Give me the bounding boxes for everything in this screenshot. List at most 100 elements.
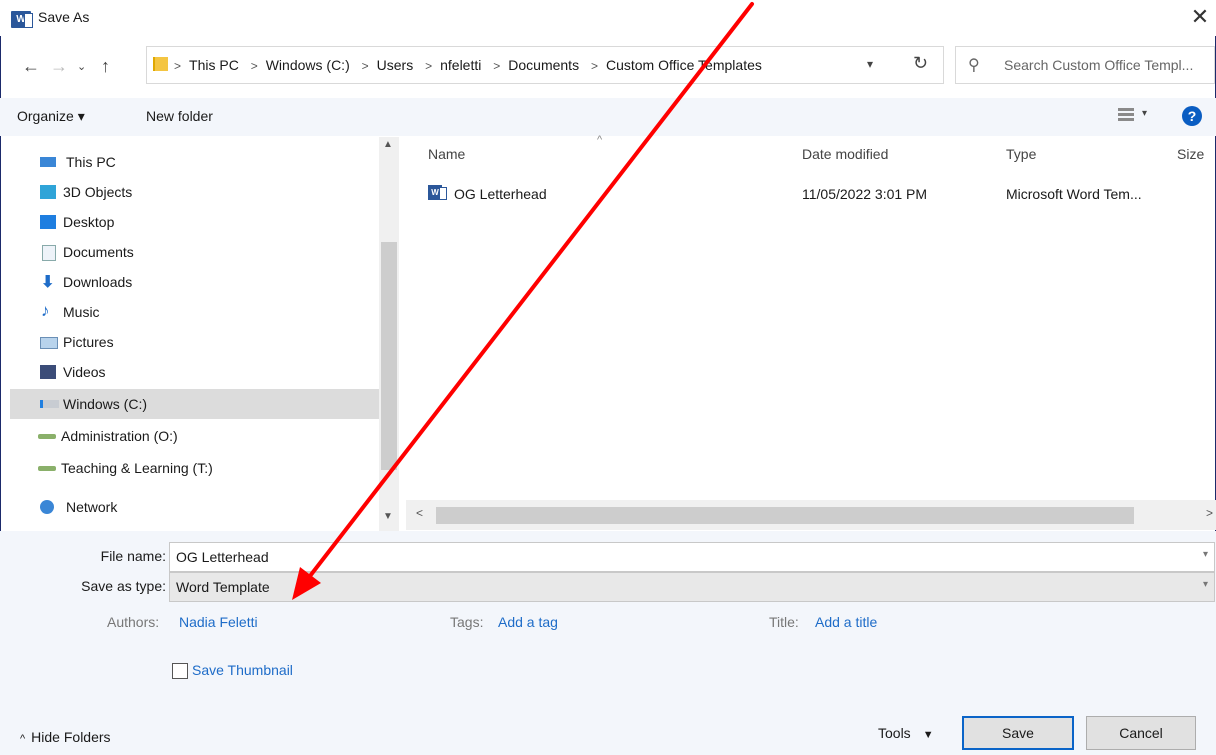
scroll-right-icon[interactable]: > [1206,506,1213,520]
file-row[interactable]: W OG Letterhead 11/05/2022 3:01 PM Micro… [426,176,1216,210]
close-icon[interactable]: ✕ [1188,4,1212,30]
3d-objects-icon [40,185,56,199]
forward-arrow-icon[interactable]: → [50,56,68,77]
save-thumbnail-checkbox[interactable] [172,663,188,679]
breadcrumb-nfeletti[interactable]: nfeletti [440,57,481,73]
title-value[interactable]: Add a title [815,614,877,630]
scroll-left-icon[interactable]: < [416,506,423,520]
save-button[interactable]: Save [962,716,1074,750]
sidebar-item-label: Music [63,304,100,320]
videos-icon [40,365,56,379]
file-type: Microsoft Word Tem... [1006,186,1142,202]
scrollbar-thumb[interactable] [436,507,1134,524]
scrollbar-thumb[interactable] [381,242,397,470]
command-toolbar: Organize ▾ New folder ▾ ? [0,98,1216,136]
pc-icon [40,157,56,167]
save-as-type-select[interactable]: Word Template ▾ [169,572,1215,602]
sidebar-item-pictures[interactable]: Pictures [10,327,379,357]
address-bar[interactable]: > This PC > Windows (C:) > Users > nfeletti … [146,46,944,84]
sidebar-item-network[interactable]: Network [10,492,379,522]
navigation-pane: This PC 3D Objects Desktop Documents ⬇ D… [10,137,379,531]
sidebar-item-label: Network [66,499,118,515]
search-placeholder: Search Custom Office Templ... [1004,57,1194,73]
sidebar-item-videos[interactable]: Videos [10,357,379,387]
breadcrumb-users[interactable]: Users [377,57,414,73]
sidebar-item-label: Windows (C:) [63,396,148,412]
sidebar-item-label: Administration (O:) [61,428,178,444]
sort-caret-icon: ^ [597,134,603,146]
sidebar-item-label: Desktop [63,214,115,230]
chevron-down-icon[interactable]: ▾ [1203,579,1208,590]
sidebar-item-label: Pictures [63,334,114,350]
tools-dropdown-icon: ▼ [922,729,934,741]
sidebar-item-administration[interactable]: Administration (O:) [10,421,379,451]
search-box[interactable]: ⚲ Search Custom Office Templ... [955,46,1215,84]
sidebar-item-music[interactable]: ♪ Music [10,297,379,327]
desktop-icon [40,215,56,229]
column-header-date-modified[interactable]: Date modified [802,146,888,162]
refresh-icon[interactable]: ↻ [913,53,928,74]
folder-icon [153,57,168,71]
tools-button[interactable]: Tools ▼ [878,725,934,741]
downloads-icon: ⬇ [41,274,55,291]
sidebar-item-label: 3D Objects [63,184,133,200]
file-name: OG Letterhead [454,186,547,202]
file-name-value: OG Letterhead [176,549,269,565]
column-header-type[interactable]: Type [1006,146,1036,162]
sidebar-item-label: Teaching & Learning (T:) [61,460,213,476]
breadcrumb-documents[interactable]: Documents [508,57,579,73]
scroll-up-icon[interactable]: ▲ [383,139,393,150]
up-arrow-icon[interactable]: ↑ [101,56,110,77]
save-thumbnail-label[interactable]: Save Thumbnail [192,662,293,678]
sidebar-item-documents[interactable]: Documents [10,237,379,267]
sidebar-item-label: This PC [66,154,116,170]
sidebar-item-this-pc[interactable]: This PC [10,147,379,177]
authors-label: Authors: [107,614,160,630]
documents-icon [42,245,56,261]
breadcrumb: > This PC > Windows (C:) > Users > nfeletti … [174,57,762,73]
help-icon[interactable]: ? [1182,106,1202,126]
address-dropdown-icon[interactable]: ▾ [867,57,873,71]
recent-locations-chevron-icon[interactable]: ⌄ [77,60,86,73]
save-as-type-value: Word Template [176,579,270,595]
tools-label: Tools [878,725,911,741]
drive-icon [40,400,59,408]
view-dropdown-icon[interactable]: ▾ [1142,108,1147,119]
sidebar-item-windows-c[interactable]: Windows (C:) [10,389,379,419]
new-folder-button[interactable]: New folder [146,108,213,124]
save-as-type-label: Save as type: [81,578,166,594]
window-title: Save As [38,9,90,25]
tags-value[interactable]: Add a tag [498,614,558,630]
network-drive-icon [38,466,56,471]
word-app-icon: W [11,11,33,28]
breadcrumb-windows-c[interactable]: Windows (C:) [266,57,350,73]
hide-folders-label: Hide Folders [31,729,111,745]
file-name-field[interactable]: OG Letterhead ▾ [169,542,1215,572]
file-list-horizontal-scrollbar[interactable]: < > [406,500,1216,530]
hide-folders-button[interactable]: ^ Hide Folders [20,729,111,745]
scroll-down-icon[interactable]: ▼ [383,511,393,522]
sidebar-item-label: Videos [63,364,106,380]
navigation-scrollbar[interactable]: ▲ ▼ [379,137,399,531]
network-icon [40,500,54,514]
sidebar-item-downloads[interactable]: ⬇ Downloads [10,267,379,297]
breadcrumb-this-pc[interactable]: This PC [189,57,239,73]
title-label: Title: [769,614,799,630]
sidebar-item-teaching-learning[interactable]: Teaching & Learning (T:) [10,453,379,483]
organize-button[interactable]: Organize ▾ [17,108,85,125]
column-header-name[interactable]: Name [428,146,465,162]
file-name-label: File name: [100,548,166,564]
back-arrow-icon[interactable]: ← [22,56,40,77]
tags-label: Tags: [450,614,484,630]
column-header-size[interactable]: Size [1177,146,1204,162]
sidebar-item-3d-objects[interactable]: 3D Objects [10,177,379,207]
music-icon: ♪ [41,301,50,320]
word-file-icon: W [428,185,447,200]
cancel-button[interactable]: Cancel [1086,716,1196,750]
view-options-icon[interactable] [1118,106,1134,122]
breadcrumb-custom-office-templates[interactable]: Custom Office Templates [606,57,762,73]
sidebar-item-desktop[interactable]: Desktop [10,207,379,237]
authors-value[interactable]: Nadia Feletti [179,614,258,630]
chevron-down-icon[interactable]: ▾ [1203,549,1208,560]
sidebar-item-label: Downloads [63,274,133,290]
